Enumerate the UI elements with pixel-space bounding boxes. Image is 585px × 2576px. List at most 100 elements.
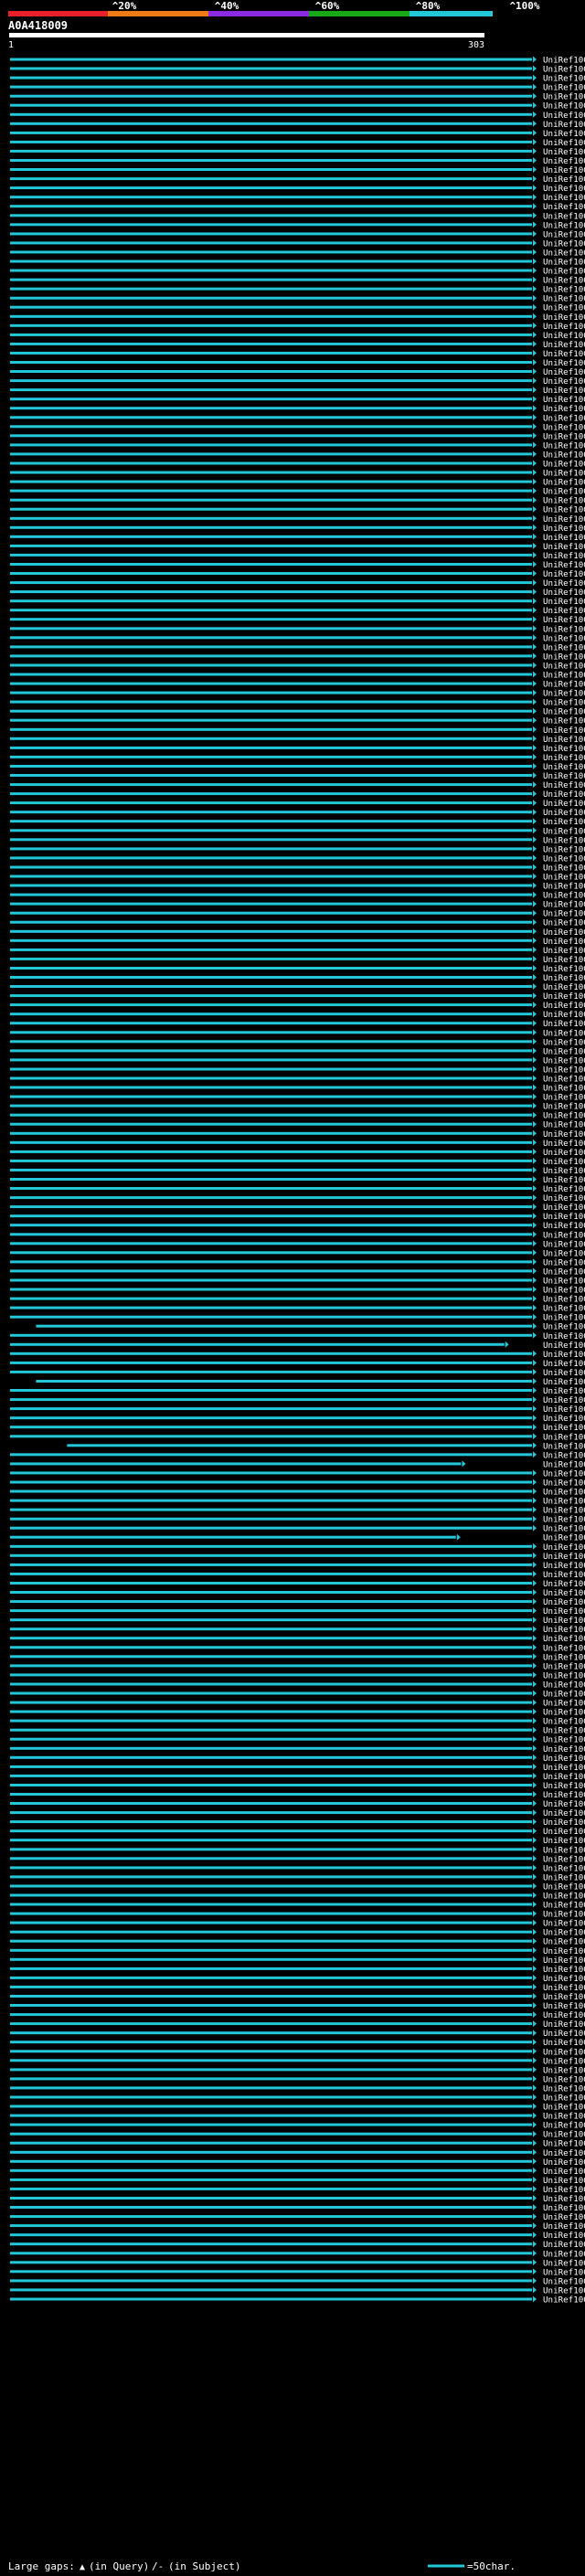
hit-end-arrow <box>533 2039 537 2046</box>
hit-bar <box>10 1462 462 1466</box>
hit-bar <box>10 1866 532 1870</box>
hit-end-arrow <box>533 1892 537 1899</box>
hit-bar <box>10 370 532 373</box>
hit-end-arrow <box>533 83 537 90</box>
hit-bar <box>10 2041 532 2044</box>
hit-end-arrow <box>533 2204 537 2210</box>
hit-bar <box>10 1187 532 1190</box>
hit-end-arrow <box>533 1846 537 1853</box>
hit-bar <box>10 627 532 631</box>
hit-end-arrow <box>533 2121 537 2128</box>
hit-bar <box>10 599 532 603</box>
hit-bar <box>10 1829 532 1833</box>
hit-end-arrow <box>533 267 537 274</box>
hit-end-arrow <box>533 900 537 907</box>
hit-end-arrow <box>462 1460 466 1468</box>
hit-bar <box>10 2095 532 2099</box>
hit-bar <box>10 1774 532 1777</box>
identity-scale-label: ^60% <box>315 0 340 12</box>
hit-bar <box>10 214 532 217</box>
hit-end-arrow <box>533 533 537 540</box>
hit-end-arrow <box>533 1735 537 1743</box>
hit-bar <box>10 1517 532 1521</box>
hit-bar <box>10 205 532 208</box>
hit-bar <box>10 260 532 263</box>
hit-bar <box>10 1802 532 1805</box>
hit-end-arrow <box>533 1424 537 1431</box>
hit-end-arrow <box>533 1139 537 1146</box>
hit-end-arrow <box>533 579 537 587</box>
hit-bar <box>10 1352 532 1355</box>
hit-bar <box>10 1122 532 1126</box>
hit-end-arrow <box>533 221 537 228</box>
hit-bar <box>36 1380 532 1383</box>
hit-bar <box>10 1544 532 1548</box>
hit-end-arrow <box>533 387 537 394</box>
query-name: A0A418009 <box>8 19 68 32</box>
hit-bar <box>10 572 532 575</box>
hit-end-arrow <box>533 1075 537 1082</box>
hit-end-arrow <box>533 1038 537 1045</box>
legend-scale-label: =50char. <box>467 2560 516 2572</box>
hit-bar <box>10 2050 532 2053</box>
hit-end-arrow <box>533 138 537 145</box>
hit-end-arrow <box>533 1304 537 1311</box>
hit-end-arrow <box>533 349 537 356</box>
hit-end-arrow <box>533 1469 537 1477</box>
hit-end-arrow <box>533 992 537 1000</box>
hit-bar <box>10 2104 532 2108</box>
hit-bar <box>10 967 532 970</box>
hit-end-arrow <box>533 809 537 816</box>
hit-bar <box>10 186 532 190</box>
hit-end-arrow <box>533 2002 537 2009</box>
hit-end-arrow <box>533 2112 537 2119</box>
hit-end-arrow <box>533 2259 537 2266</box>
hit-end-arrow <box>533 1387 537 1394</box>
hit-bar <box>10 1600 532 1604</box>
hit-bar <box>10 1196 532 1200</box>
hit-end-arrow <box>533 1286 537 1293</box>
hit-end-arrow <box>533 74 537 81</box>
hit-bar <box>10 663 532 667</box>
hit-bar <box>10 361 532 364</box>
hit-accession-label[interactable]: UniRef100_Q2V861 <box>543 2295 585 2306</box>
hit-end-arrow <box>533 1396 537 1404</box>
hit-end-arrow <box>533 864 537 871</box>
hit-bar <box>10 544 532 547</box>
hit-bar <box>10 1535 456 1539</box>
hit-end-arrow <box>533 2176 537 2183</box>
hit-bar <box>10 1811 532 1815</box>
hit-bar <box>10 1233 532 1236</box>
hit-bar <box>10 563 532 566</box>
hit-end-arrow <box>533 2295 537 2303</box>
hit-end-arrow <box>533 2066 537 2073</box>
hit-end-arrow <box>533 854 537 862</box>
hit-end-arrow <box>533 2185 537 2192</box>
hit-end-arrow <box>533 781 537 789</box>
hit-bar <box>10 76 532 80</box>
hit-bar <box>10 2215 532 2219</box>
hit-bar <box>10 2013 532 2017</box>
hit-end-arrow <box>533 1267 537 1275</box>
hit-bar <box>10 1701 532 1704</box>
hit-end-arrow <box>533 1047 537 1055</box>
hit-end-arrow <box>533 1993 537 1999</box>
hit-end-arrow <box>533 1176 537 1182</box>
hit-bar <box>10 323 532 327</box>
hit-end-arrow <box>533 918 537 926</box>
hit-end-arrow <box>533 1635 537 1642</box>
hit-end-arrow <box>533 1644 537 1651</box>
hit-bar <box>10 902 532 906</box>
hit-end-arrow <box>533 1515 537 1522</box>
hit-bar <box>10 1893 532 1897</box>
hit-bar <box>10 296 532 300</box>
hit-bar <box>10 929 532 933</box>
hit-bar <box>10 1214 532 1218</box>
hit-bar <box>10 159 532 162</box>
hit-bar <box>10 911 532 915</box>
hit-end-arrow <box>533 1983 537 1990</box>
hit-bar <box>10 443 532 447</box>
hit-end-arrow <box>533 194 537 201</box>
hit-bar <box>10 2123 532 2126</box>
hit-bar <box>10 1957 532 1961</box>
